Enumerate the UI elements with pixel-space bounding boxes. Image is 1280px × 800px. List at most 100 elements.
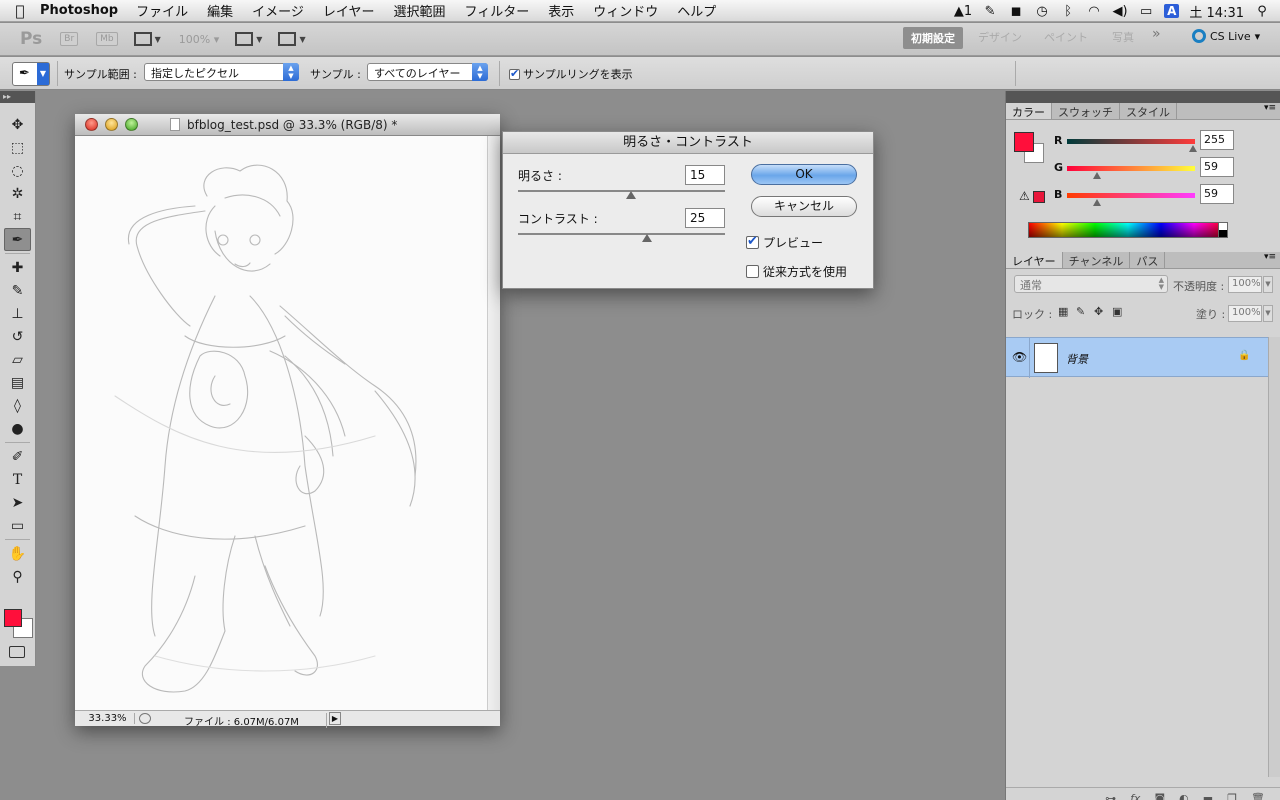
gradient-tool-icon[interactable]: ▤ — [0, 371, 35, 394]
panel-menu-icon[interactable]: ▾≡ — [1264, 103, 1276, 113]
battery-icon[interactable]: ▭ — [1138, 4, 1154, 19]
more-workspaces-button[interactable]: » — [1152, 26, 1161, 42]
black-white-ramp[interactable] — [1218, 222, 1228, 238]
r-slider-thumb[interactable] — [1189, 145, 1197, 152]
lock-position-icon[interactable]: ✥ — [1094, 305, 1103, 318]
minimize-window-button[interactable] — [105, 118, 118, 131]
menu-filter[interactable]: フィルター — [465, 1, 530, 20]
use-legacy-checkbox[interactable]: 従来方式を使用 — [746, 263, 847, 280]
lock-all-icon[interactable]: ▣ — [1112, 305, 1122, 318]
zoom-tool-icon[interactable]: ⚲ — [0, 565, 35, 588]
eyedropper-tool-icon[interactable]: ✒ — [4, 228, 31, 251]
tab-color[interactable]: カラー — [1006, 103, 1052, 119]
adobe-status-icon[interactable]: ▲1 — [954, 4, 972, 19]
workspace-paint[interactable]: ペイント — [1044, 29, 1088, 45]
volume-icon[interactable]: ◀) — [1112, 4, 1128, 19]
fill-input[interactable]: 100% — [1228, 305, 1262, 322]
link-layers-icon[interactable]: ⊶ — [1105, 792, 1116, 800]
b-slider[interactable] — [1067, 193, 1195, 198]
status-arrow-icon[interactable]: ▶ — [329, 712, 341, 725]
rectangle-tool-icon[interactable]: ▭ — [0, 514, 35, 537]
fx-icon[interactable]: fx — [1130, 792, 1140, 800]
menu-help[interactable]: ヘルプ — [677, 1, 716, 20]
screen-mode-icon[interactable] — [278, 32, 297, 46]
menu-file[interactable]: ファイル — [136, 1, 188, 20]
sample-size-select[interactable]: 指定したピクセル ▲ ▼ — [144, 63, 299, 81]
panel-foreground-swatch[interactable] — [1014, 132, 1034, 152]
layer-visibility-toggle[interactable]: 👁 — [1006, 338, 1030, 378]
trash-icon[interactable]: 🗑 — [1251, 792, 1265, 800]
new-group-icon[interactable]: ▬ — [1203, 792, 1213, 800]
document-proxy-icon[interactable] — [170, 118, 180, 131]
lasso-tool-icon[interactable]: ◌ — [0, 159, 35, 182]
image-canvas[interactable] — [75, 136, 487, 710]
arrange-documents-icon[interactable] — [235, 32, 254, 46]
cancel-button[interactable]: キャンセル — [751, 196, 857, 217]
blend-mode-select[interactable]: 通常 ▲ ▼ — [1014, 275, 1168, 293]
menu-layer[interactable]: レイヤー — [323, 1, 375, 20]
menu-select[interactable]: 選択範囲 — [394, 1, 446, 20]
brush-tool-icon[interactable]: ✎ — [0, 279, 35, 302]
app-menu[interactable]: Photoshop — [40, 3, 118, 18]
tab-swatches[interactable]: スウォッチ — [1052, 103, 1120, 119]
zoom-level-select[interactable]: 100% ▾ — [179, 33, 219, 46]
show-sampling-ring-checkbox[interactable]: サンプルリングを表示 — [509, 66, 633, 82]
close-window-button[interactable] — [85, 118, 98, 131]
bluetooth-icon[interactable]: ᛒ — [1060, 4, 1076, 19]
chevron-down-icon[interactable]: ▼ — [299, 35, 305, 44]
pen-tool-icon[interactable]: ✐ — [0, 445, 35, 468]
lock-image-icon[interactable]: ✎ — [1076, 305, 1085, 318]
opacity-dropdown[interactable]: ▼ — [1263, 276, 1273, 293]
r-value-input[interactable]: 255 — [1200, 130, 1234, 150]
hand-tool-icon[interactable]: ✋ — [0, 542, 35, 565]
panel-collapse-icon[interactable]: ▸▸ — [0, 91, 35, 103]
fill-dropdown[interactable]: ▼ — [1263, 305, 1273, 322]
workspace-design[interactable]: デザイン — [978, 29, 1022, 45]
sample-select[interactable]: すべてのレイヤー ▲ ▼ — [367, 63, 488, 81]
menubar-clock[interactable]: 土 14:31 — [1189, 2, 1244, 21]
stop-icon[interactable]: ◼ — [1008, 4, 1024, 19]
blur-tool-icon[interactable]: ◊ — [0, 394, 35, 417]
quick-selection-tool-icon[interactable]: ✲ — [0, 182, 35, 205]
menu-view[interactable]: 表示 — [548, 1, 574, 20]
type-tool-icon[interactable]: T — [0, 468, 35, 491]
contrast-input[interactable]: 25 — [685, 208, 725, 228]
menu-window[interactable]: ウィンドウ — [593, 1, 658, 20]
r-slider[interactable] — [1067, 139, 1195, 144]
b-slider-thumb[interactable] — [1093, 199, 1101, 206]
brightness-slider[interactable] — [518, 190, 725, 199]
add-mask-icon[interactable]: ◙ — [1154, 792, 1165, 800]
layers-scrollbar[interactable] — [1268, 337, 1280, 777]
dodge-tool-icon[interactable]: ● — [0, 417, 35, 440]
move-tool-icon[interactable]: ✥ — [0, 113, 35, 136]
cs-live-button[interactable]: CS Live ▾ — [1192, 29, 1260, 43]
tool-preset-picker[interactable]: ✒ ▼ — [12, 62, 50, 86]
vertical-scrollbar[interactable] — [487, 136, 500, 710]
workspace-essentials[interactable]: 初期設定 — [903, 27, 963, 49]
input-method-icon[interactable]: A — [1164, 4, 1180, 18]
layer-row-background[interactable]: 👁 背景 🔒 — [1006, 337, 1268, 378]
tab-styles[interactable]: スタイル — [1120, 103, 1177, 119]
chevron-down-icon[interactable]: ▼ — [256, 35, 262, 44]
clone-stamp-tool-icon[interactable]: ⊥ — [0, 302, 35, 325]
spotlight-search-icon[interactable]: ⚲ — [1254, 4, 1270, 19]
brightness-slider-thumb[interactable] — [626, 191, 636, 199]
tab-paths[interactable]: パス — [1130, 252, 1166, 268]
contrast-slider[interactable] — [518, 233, 725, 242]
script-icon[interactable]: ✎ — [982, 4, 998, 19]
workspace-photo[interactable]: 写真 — [1112, 29, 1134, 45]
tab-channels[interactable]: チャンネル — [1063, 252, 1131, 268]
ok-button[interactable]: OK — [751, 164, 857, 185]
tab-layers[interactable]: レイヤー — [1006, 252, 1063, 268]
zoom-window-button[interactable] — [125, 118, 138, 131]
adjustment-layer-icon[interactable]: ◐ — [1179, 792, 1189, 800]
mini-bridge-button[interactable]: Mb — [96, 32, 118, 46]
gamut-warning-swatch[interactable] — [1033, 191, 1045, 203]
g-value-input[interactable]: 59 — [1200, 157, 1234, 177]
time-machine-icon[interactable]: ◷ — [1034, 4, 1050, 19]
menu-image[interactable]: イメージ — [252, 1, 304, 20]
color-spectrum-ramp[interactable] — [1028, 222, 1228, 238]
bridge-button[interactable]: Br — [60, 32, 79, 46]
healing-brush-tool-icon[interactable]: ✚ — [0, 256, 35, 279]
foreground-color-swatch[interactable] — [4, 609, 22, 627]
